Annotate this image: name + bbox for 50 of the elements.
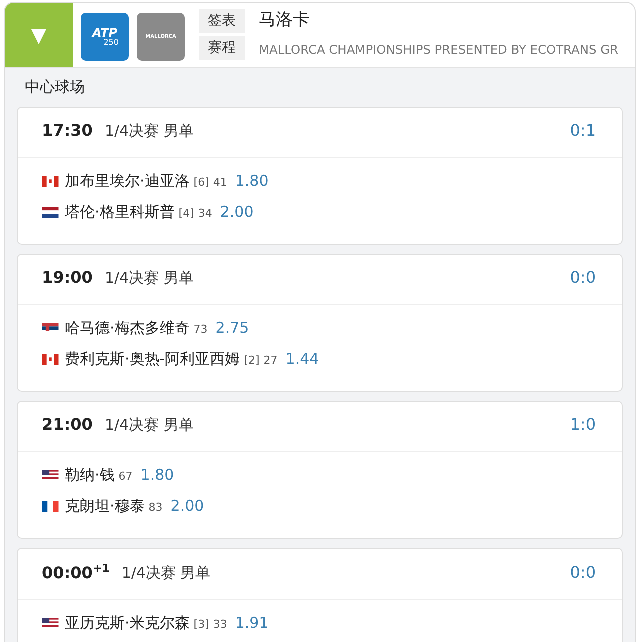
- player-odds: 1.44: [286, 350, 320, 368]
- player-seed: [6]: [194, 176, 210, 189]
- player-odds: 2.75: [216, 319, 250, 337]
- player-seed: [2]: [244, 354, 260, 367]
- player-name: 哈马德·梅杰多维奇: [65, 319, 190, 338]
- player-rank: 34: [198, 207, 212, 220]
- player-odds: 1.80: [140, 466, 174, 484]
- match-round: 1/4决赛 男单: [104, 122, 194, 141]
- player-name: 亚历克斯·米克尔森: [65, 614, 190, 634]
- court-name: 中心球场: [24, 77, 86, 98]
- player-name: 克朗坦·穆泰: [65, 497, 145, 516]
- match-time: 00:00$^{+1}$: [42, 562, 110, 582]
- player-odds: 1.91: [235, 614, 269, 632]
- flag-icon: [42, 501, 59, 512]
- player-odds: 2.00: [170, 497, 204, 515]
- player-rank: 33: [213, 618, 228, 632]
- player-seed: [3]: [194, 618, 210, 632]
- flag-icon: [42, 470, 59, 481]
- match-time: 17:30: [42, 121, 93, 140]
- tournament-title: 马洛卡: [259, 9, 311, 31]
- tournament-subtitle: MALLORCA CHAMPIONSHIPS PRESENTED BY ECOTRANS GR: [259, 43, 620, 57]
- player-rank: 83: [148, 501, 163, 514]
- player-rank: 73: [194, 323, 208, 336]
- match-round: 1/4决赛 男单: [104, 269, 194, 288]
- player-seed: [4]: [178, 207, 194, 220]
- flag-icon: [42, 354, 59, 365]
- match-time: 21:00: [42, 415, 93, 434]
- flag-icon: [42, 323, 59, 334]
- player-name: 费利克斯·奥热-阿利亚西姆: [65, 350, 240, 369]
- player-odds: 2.00: [220, 203, 254, 221]
- match-time: 19:00: [42, 268, 93, 287]
- player-rank: 67: [118, 470, 133, 483]
- match-round: 1/4决赛 男单: [104, 416, 194, 435]
- match-score: 0:0: [570, 563, 596, 582]
- flag-icon: [42, 618, 59, 630]
- match-round: 1/4决赛 男单: [122, 564, 211, 584]
- player-name: 勒纳·钱: [65, 466, 115, 485]
- player-odds: 1.80: [235, 172, 269, 190]
- player-name: 塔伦·格里科斯普: [65, 203, 175, 222]
- match-score: 0:1: [570, 121, 596, 140]
- flag-icon: [42, 176, 59, 187]
- tab[interactable]: 签表: [199, 9, 245, 33]
- match-score: 0:0: [570, 268, 596, 287]
- tab[interactable]: 赛程: [199, 36, 245, 60]
- match-score: 1:0: [570, 415, 596, 434]
- tour-logo: ATP 250: [81, 13, 129, 61]
- player-rank: 41: [213, 176, 228, 189]
- player-rank: 27: [264, 354, 278, 367]
- player-name: 加布里埃尔·迪亚洛: [65, 172, 190, 191]
- flag-icon: [42, 207, 59, 218]
